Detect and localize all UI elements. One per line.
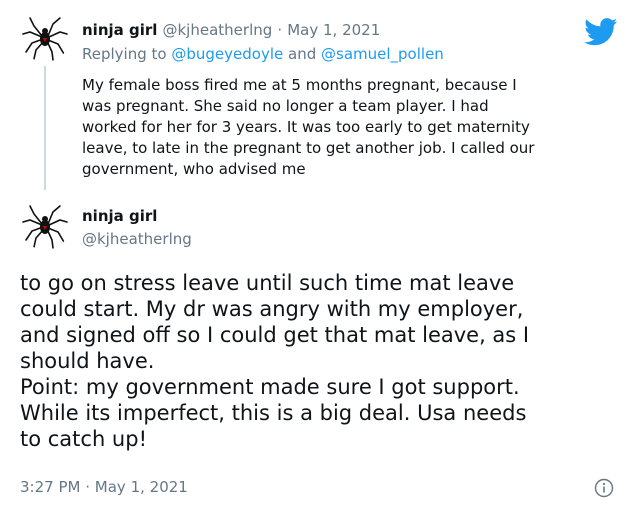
tweet2-text: to go on stress leave until such time ma…: [20, 270, 620, 452]
reply-mention-1[interactable]: @bugeyedoyle: [171, 45, 283, 63]
tweet2-line: should have.: [20, 349, 155, 373]
reply-context: Replying to @bugeyedoyle and @samuel_pol…: [82, 45, 444, 63]
tweet-date[interactable]: May 1, 2021: [95, 478, 188, 496]
thread-line: [44, 66, 46, 190]
tweet1-line: was pregnant. She said no longer a team …: [82, 97, 489, 115]
tweet1-text: My female boss fired me at 5 months preg…: [82, 75, 622, 180]
reply-mention-2[interactable]: @samuel_pollen: [321, 45, 444, 63]
display-name[interactable]: ninja girl: [82, 207, 157, 225]
avatar[interactable]: [20, 200, 70, 250]
separator: ·: [277, 21, 283, 39]
tweet1-line: government, who advised me: [82, 160, 306, 178]
handle[interactable]: @kjheatherlng: [82, 230, 192, 248]
tweet-timestamp[interactable]: 3:27 PM · May 1, 2021: [20, 478, 188, 496]
tweet1-line: leave, to late in the pregnant to get an…: [82, 139, 535, 157]
tweet1-header: ninja girl @kjheatherlng · May 1, 2021: [82, 20, 380, 39]
reply-prefix: Replying to: [82, 45, 167, 63]
avatar[interactable]: [20, 12, 70, 62]
separator: ·: [85, 478, 91, 496]
spider-avatar-icon: [22, 17, 68, 61]
display-name[interactable]: ninja girl: [82, 21, 157, 39]
info-button[interactable]: [594, 478, 614, 502]
reply-and: and: [288, 45, 317, 63]
spider-avatar-icon: [22, 205, 68, 249]
twitter-logo[interactable]: [584, 18, 618, 50]
tweet1-line: worked for her for 3 years. It was too e…: [82, 118, 530, 136]
tweet2-line: to go on stress leave until such time ma…: [20, 271, 515, 295]
twitter-bird-icon: [584, 18, 618, 46]
info-icon: [594, 478, 614, 498]
tweet2-line: to catch up!: [20, 427, 147, 451]
tweet-time[interactable]: 3:27 PM: [20, 478, 80, 496]
handle[interactable]: @kjheatherlng: [163, 21, 273, 39]
tweet1-line: My female boss fired me at 5 months preg…: [82, 76, 517, 94]
tweet2-line: Point: my government made sure I got sup…: [20, 375, 520, 399]
tweet2-line: could start. My dr was angry with my emp…: [20, 297, 524, 321]
tweet2-line: While its imperfect, this is a big deal.…: [20, 401, 527, 425]
tweet-date[interactable]: May 1, 2021: [287, 21, 380, 39]
tweet2-line: and signed off so I could get that mat l…: [20, 323, 530, 347]
